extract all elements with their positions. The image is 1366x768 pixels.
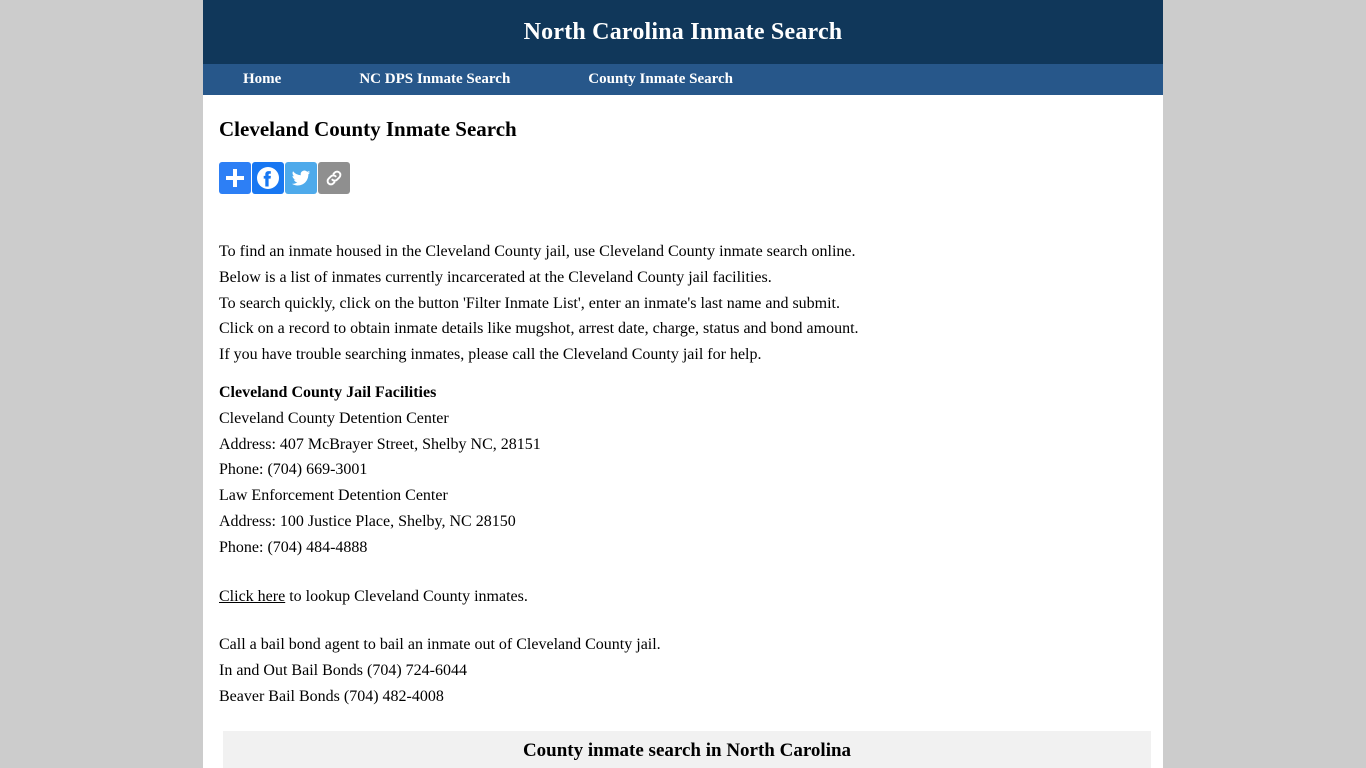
county-table-caption: County inmate search in North Carolina [223, 730, 1151, 768]
twitter-bird-icon [291, 170, 311, 186]
intro-line-1: To find an inmate housed in the Clevelan… [219, 243, 856, 260]
facility-2-phone: Phone: (704) 484-4888 [219, 538, 368, 556]
facilities-heading: Cleveland County Jail Facilities [219, 383, 437, 401]
addthis-share-button[interactable] [219, 162, 251, 194]
facility-2-address: Address: 100 Justice Place, Shelby, NC 2… [219, 512, 516, 530]
facebook-icon [257, 167, 279, 189]
facility-1-name: Cleveland County Detention Center [219, 409, 449, 427]
county-inmate-search-table: County inmate search in North Carolina A… [223, 730, 1151, 768]
page-root: North Carolina Inmate Search Home NC DPS… [0, 0, 1366, 768]
plus-icon [226, 169, 244, 187]
intro-line-5: If you have trouble searching inmates, p… [219, 346, 762, 364]
intro-line-4: Click on a record to obtain inmate detai… [219, 320, 859, 338]
inmate-lookup-text: to lookup Cleveland County inmates. [285, 587, 528, 605]
copy-link-share-button[interactable] [318, 162, 350, 194]
chain-link-icon [326, 170, 342, 186]
nav-item-nc-dps-inmate-search[interactable]: NC DPS Inmate Search [359, 64, 510, 95]
facility-1-address: Address: 407 McBrayer Street, Shelby NC,… [219, 435, 541, 453]
main-navigation: Home NC DPS Inmate Search County Inmate … [203, 64, 1163, 95]
intro-line-2: Below is a list of inmates currently inc… [219, 268, 772, 286]
facility-1-phone: Phone: (704) 669-3001 [219, 461, 368, 479]
facebook-share-button[interactable] [252, 162, 284, 194]
intro-line-3: To search quickly, click on the button '… [219, 294, 840, 312]
intro-paragraph: To find an inmate housed in the Clevelan… [219, 239, 1147, 368]
nav-item-county-inmate-search[interactable]: County Inmate Search [588, 64, 733, 95]
main-content: Cleveland County Inmate Search To find a… [203, 95, 1163, 768]
twitter-share-button[interactable] [285, 162, 317, 194]
bail-bond-agent-1: In and Out Bail Bonds (704) 724-6044 [219, 662, 467, 680]
nav-item-home[interactable]: Home [243, 64, 281, 95]
site-title: North Carolina Inmate Search [523, 19, 843, 45]
share-buttons-row [219, 162, 1147, 194]
bail-line-1: Call a bail bond agent to bail an inmate… [219, 636, 661, 654]
bail-bond-agent-2: Beaver Bail Bonds (704) 482-4008 [219, 687, 444, 705]
facilities-paragraph: Cleveland County Jail Facilities Clevela… [219, 380, 1147, 561]
page-title: Cleveland County Inmate Search [219, 117, 517, 141]
lookup-paragraph: Click here to lookup Cleveland County in… [219, 584, 1147, 610]
bail-bonds-paragraph: Call a bail bond agent to bail an inmate… [219, 632, 1147, 709]
site-header: North Carolina Inmate Search [203, 0, 1163, 64]
facility-2-name: Law Enforcement Detention Center [219, 487, 448, 505]
inmate-lookup-link[interactable]: Click here [219, 588, 285, 605]
content-container: North Carolina Inmate Search Home NC DPS… [203, 0, 1163, 768]
